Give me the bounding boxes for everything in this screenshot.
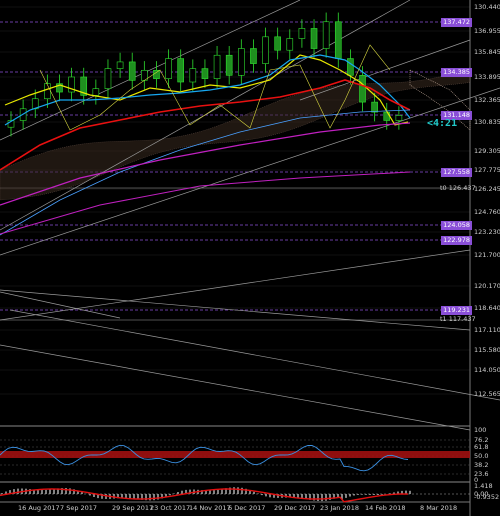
- t1-label: t1 117.437: [440, 315, 476, 323]
- price-tick: 120.170: [474, 282, 500, 290]
- price-tick: 127.775: [474, 166, 500, 174]
- candle-body: [286, 38, 294, 51]
- candle-body: [104, 68, 112, 89]
- candle-body: [116, 61, 124, 69]
- candle-body: [359, 75, 366, 103]
- price-tick: 124.760: [474, 208, 500, 216]
- price-tick: 121.700: [474, 251, 500, 259]
- rsi-panel: [0, 439, 470, 475]
- time-tick: 29 Dec 2017: [274, 504, 316, 512]
- candle-body: [128, 61, 136, 81]
- candle-body: [225, 54, 233, 76]
- rsi-tick: 38.2: [474, 461, 489, 469]
- time-tick: 29 Sep 2017: [112, 504, 154, 512]
- candle-body: [189, 68, 197, 83]
- price-tick: 114.050: [474, 366, 500, 374]
- price-tick: 112.565: [474, 390, 500, 398]
- price-chart[interactable]: [0, 0, 500, 516]
- candle-body: [44, 83, 51, 100]
- trend-line: [9, 309, 500, 401]
- time-tick: 6 Dec 2017: [228, 504, 266, 512]
- t0-label: t0 126.437: [440, 184, 476, 192]
- macd-panel: [0, 487, 470, 503]
- time-tick: 14 Nov 2017: [189, 504, 231, 512]
- macd-tick: -0.9352: [474, 493, 500, 501]
- level-tag: 124.058: [441, 221, 472, 230]
- bar-countdown: <4:21: [427, 118, 458, 129]
- rsi-line: [0, 444, 409, 472]
- candle-body: [383, 111, 391, 121]
- candle-body: [274, 36, 281, 51]
- price-tick: 135.845: [474, 48, 500, 56]
- candle-body: [262, 36, 269, 64]
- price-tick: 136.955: [474, 27, 500, 35]
- price-tick: 130.835: [474, 118, 500, 126]
- candle-body: [153, 69, 160, 79]
- candle-body: [250, 48, 257, 64]
- candle-body: [213, 54, 221, 79]
- time-tick: 7 Sep 2017: [60, 504, 98, 512]
- level-tag: 134.385: [441, 68, 472, 77]
- price-tick: 117.110: [474, 326, 500, 334]
- candle-body: [298, 28, 306, 39]
- price-tick: 130.440: [474, 3, 500, 11]
- rsi-tick: 61.8: [474, 443, 489, 451]
- price-tick: 123.230: [474, 228, 500, 236]
- macd-tick: 1.418: [474, 482, 493, 490]
- trend-lines: [0, 0, 500, 431]
- time-tick: 16 Aug 2017: [18, 504, 60, 512]
- price-tick: 115.580: [474, 346, 500, 354]
- candle-body: [165, 58, 172, 79]
- trend-line: [0, 344, 471, 431]
- level-tag: 122.978: [441, 236, 472, 245]
- time-tick: 8 Mar 2018: [420, 504, 458, 512]
- candle-body: [310, 28, 318, 49]
- price-tick: 129.305: [474, 147, 500, 155]
- trend-line: [0, 249, 471, 321]
- rsi-tick: 100: [474, 426, 487, 434]
- candle-body: [238, 48, 245, 76]
- candle-body: [92, 88, 100, 96]
- time-tick: 14 Feb 2018: [365, 504, 406, 512]
- macd-signal: [0, 488, 409, 503]
- candle-body: [371, 101, 378, 113]
- rsi-tick: 50.0: [474, 452, 489, 460]
- price-tick: 132.365: [474, 96, 500, 104]
- candle-body: [347, 58, 354, 76]
- price-tick: 118.640: [474, 304, 500, 312]
- candle-body: [334, 21, 342, 59]
- candle-body: [201, 68, 209, 79]
- level-tag: 119.231: [441, 306, 472, 315]
- candle-body: [322, 21, 330, 49]
- candle-body: [177, 58, 184, 83]
- candle-body: [395, 115, 403, 121]
- time-tick: 23 Oct 2017: [150, 504, 191, 512]
- price-tick: 126.245: [474, 185, 500, 193]
- time-tick: 23 Jan 2018: [320, 504, 359, 512]
- level-tag: 137.472: [441, 18, 472, 27]
- price-tick: 133.895: [474, 73, 500, 81]
- level-tag: 127.558: [441, 168, 472, 177]
